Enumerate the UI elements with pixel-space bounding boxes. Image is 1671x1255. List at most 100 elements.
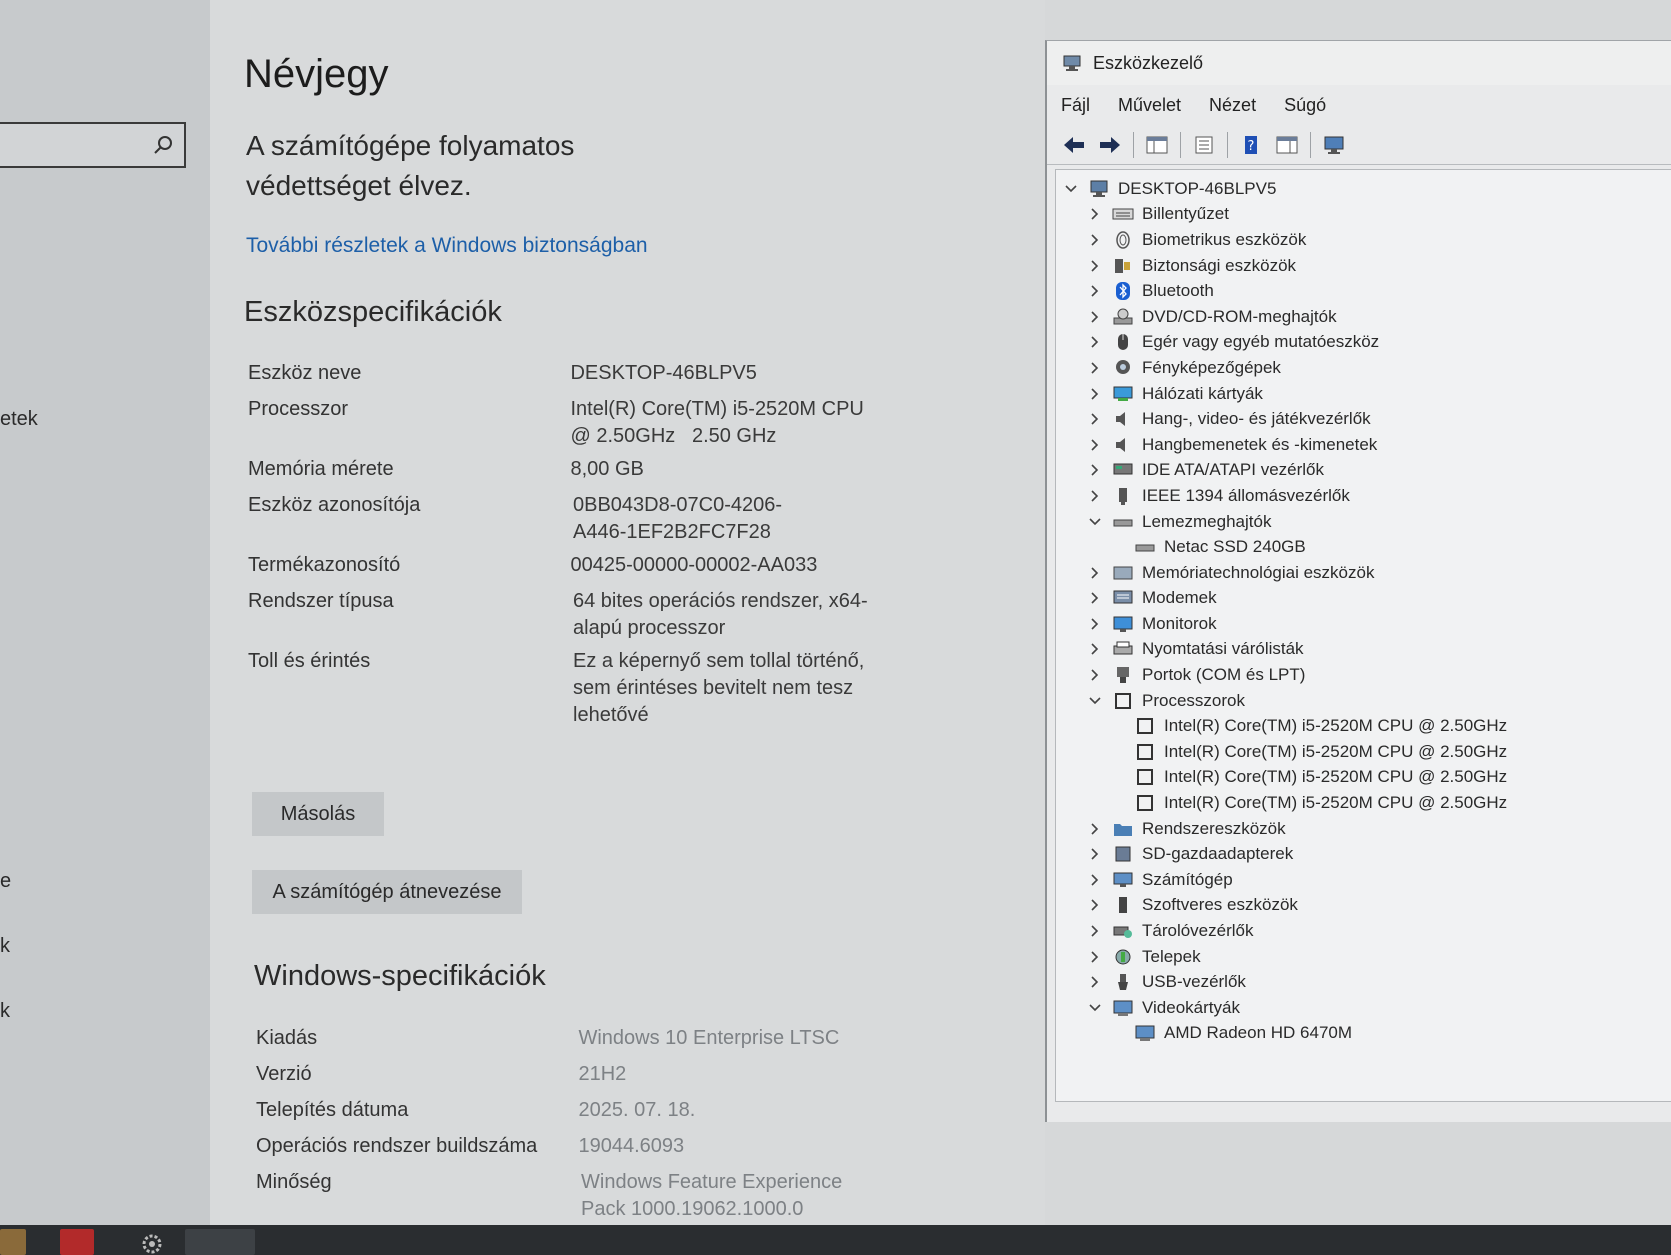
- device-tree[interactable]: DESKTOP-46BLPV5 Billentyűzet Biometrikus …: [1055, 169, 1671, 1102]
- tree-category[interactable]: Biztonsági eszközök: [1056, 253, 1671, 279]
- chevron-right-icon[interactable]: [1084, 895, 1106, 915]
- chevron-right-icon[interactable]: [1084, 665, 1106, 685]
- menu-action[interactable]: Művelet: [1118, 95, 1181, 116]
- tree-category-label: Számítógép: [1142, 869, 1233, 889]
- chevron-right-icon[interactable]: [1084, 204, 1106, 224]
- tree-category-label: SD-gazdaadapterek: [1142, 844, 1294, 864]
- tree-category[interactable]: Billentyűzet: [1056, 202, 1671, 228]
- chevron-right-icon[interactable]: [1084, 332, 1106, 352]
- chevron-right-icon[interactable]: [1084, 921, 1106, 941]
- spec-value: DESKTOP-46BLPV5: [570, 362, 757, 384]
- chevron-right-icon[interactable]: [1084, 639, 1106, 659]
- chevron-right-icon[interactable]: [1084, 870, 1106, 890]
- tree-category[interactable]: Hang-, video- és játékvezérlők: [1056, 406, 1671, 432]
- tree-category[interactable]: USB-vezérlők: [1056, 969, 1671, 995]
- chevron-right-icon[interactable]: [1084, 486, 1106, 506]
- taskbar-app-icon[interactable]: [60, 1229, 94, 1255]
- tree-category[interactable]: Bluetooth: [1056, 278, 1671, 304]
- tree-category[interactable]: Számítógép: [1056, 867, 1671, 893]
- tree-category[interactable]: Videokártyák: [1056, 995, 1671, 1021]
- properties-icon: [1195, 136, 1213, 153]
- tree-category[interactable]: Modemek: [1056, 586, 1671, 612]
- tree-device[interactable]: Intel(R) Core(TM) i5-2520M CPU @ 2.50GHz: [1056, 739, 1671, 765]
- arrow-left-icon: [1064, 136, 1084, 153]
- tree-category[interactable]: SD-gazdaadapterek: [1056, 841, 1671, 867]
- nav-item-fragment[interactable]: etek: [0, 408, 38, 431]
- menu-file[interactable]: Fájl: [1061, 95, 1090, 116]
- tree-category[interactable]: Szoftveres eszközök: [1056, 893, 1671, 919]
- chevron-right-icon[interactable]: [1084, 563, 1106, 583]
- menu-help[interactable]: Súgó: [1284, 95, 1326, 116]
- chevron-right-icon[interactable]: [1084, 256, 1106, 276]
- tree-device[interactable]: Netac SSD 240GB: [1056, 534, 1671, 560]
- properties-button[interactable]: [1189, 131, 1219, 159]
- chevron-right-icon[interactable]: [1084, 947, 1106, 967]
- tree-category[interactable]: Portok (COM és LPT): [1056, 662, 1671, 688]
- help-button[interactable]: ?: [1236, 131, 1266, 159]
- tree-device[interactable]: Intel(R) Core(TM) i5-2520M CPU @ 2.50GHz: [1056, 790, 1671, 816]
- nav-item-fragment[interactable]: k: [0, 935, 10, 958]
- tree-category[interactable]: Hangbemenetek és -kimenetek: [1056, 432, 1671, 458]
- device-manager-taskbar-icon[interactable]: [185, 1229, 255, 1255]
- chevron-down-icon[interactable]: [1084, 998, 1106, 1018]
- settings-search-box[interactable]: [0, 122, 186, 168]
- tree-category[interactable]: Tárolóvezérlők: [1056, 918, 1671, 944]
- chevron-right-icon[interactable]: [1084, 588, 1106, 608]
- action-pane-button[interactable]: [1272, 131, 1302, 159]
- tree-root[interactable]: DESKTOP-46BLPV5: [1056, 176, 1671, 202]
- chevron-right-icon[interactable]: [1084, 358, 1106, 378]
- tree-category[interactable]: Fényképezőgépek: [1056, 355, 1671, 381]
- tree-category[interactable]: Lemezmeghajtók: [1056, 509, 1671, 535]
- tree-category[interactable]: Rendszereszközök: [1056, 816, 1671, 842]
- spec-value: Windows 10 Enterprise LTSC: [578, 1027, 840, 1049]
- chevron-right-icon[interactable]: [1084, 460, 1106, 480]
- nav-item-fragment[interactable]: e: [0, 870, 11, 893]
- back-button[interactable]: [1059, 131, 1089, 159]
- device-manager-window[interactable]: Eszközkezelő Fájl Művelet Nézet Súgó ? D…: [1045, 40, 1671, 1122]
- chevron-right-icon[interactable]: [1084, 384, 1106, 404]
- chevron-down-icon[interactable]: [1084, 512, 1106, 532]
- tree-device-label: Intel(R) Core(TM) i5-2520M CPU @ 2.50GHz: [1164, 741, 1508, 761]
- tree-category[interactable]: Nyomtatási várólisták: [1056, 637, 1671, 663]
- chevron-right-icon[interactable]: [1084, 844, 1106, 864]
- window-titlebar[interactable]: Eszközkezelő: [1047, 41, 1671, 85]
- protection-status-text: A számítógépe folyamatos védettséget élv…: [246, 130, 575, 201]
- tree-category[interactable]: Monitorok: [1056, 611, 1671, 637]
- tree-category[interactable]: Processzorok: [1056, 688, 1671, 714]
- tree-category[interactable]: Telepek: [1056, 944, 1671, 970]
- chevron-right-icon[interactable]: [1084, 307, 1106, 327]
- chevron-right-icon[interactable]: [1084, 614, 1106, 634]
- file-explorer-taskbar-icon[interactable]: [0, 1229, 26, 1255]
- tree-category[interactable]: Memóriatechnológiai eszközök: [1056, 560, 1671, 586]
- scan-hardware-button[interactable]: [1319, 131, 1349, 159]
- cpu-icon: [1115, 692, 1131, 709]
- chevron-down-icon[interactable]: [1060, 179, 1082, 199]
- show-hide-tree-button[interactable]: [1142, 131, 1172, 159]
- windows-security-link[interactable]: További részletek a Windows biztonságban: [246, 234, 648, 258]
- tree-device[interactable]: Intel(R) Core(TM) i5-2520M CPU @ 2.50GHz: [1056, 713, 1671, 739]
- search-icon[interactable]: [152, 134, 174, 156]
- settings-taskbar-icon[interactable]: [135, 1229, 169, 1255]
- tree-device[interactable]: Intel(R) Core(TM) i5-2520M CPU @ 2.50GHz: [1056, 765, 1671, 791]
- chevron-right-icon[interactable]: [1084, 409, 1106, 429]
- tree-category[interactable]: Egér vagy egyéb mutatóeszköz: [1056, 330, 1671, 356]
- copy-button[interactable]: Másolás: [252, 792, 384, 836]
- tree-category[interactable]: IDE ATA/ATAPI vezérlők: [1056, 458, 1671, 484]
- sd-card-icon: [1115, 846, 1131, 862]
- chevron-right-icon[interactable]: [1084, 230, 1106, 250]
- tree-category[interactable]: Hálózati kártyák: [1056, 381, 1671, 407]
- tree-category[interactable]: IEEE 1394 állomásvezérlők: [1056, 483, 1671, 509]
- chevron-right-icon[interactable]: [1084, 435, 1106, 455]
- tree-category[interactable]: DVD/CD-ROM-meghajtók: [1056, 304, 1671, 330]
- chevron-right-icon[interactable]: [1084, 972, 1106, 992]
- nav-item-fragment[interactable]: k: [0, 1000, 10, 1023]
- chevron-down-icon[interactable]: [1084, 691, 1106, 711]
- rename-pc-button[interactable]: A számítógép átnevezése: [252, 870, 522, 914]
- forward-button[interactable]: [1095, 131, 1125, 159]
- chevron-right-icon[interactable]: [1084, 819, 1106, 839]
- chevron-right-icon[interactable]: [1084, 281, 1106, 301]
- tree-device[interactable]: AMD Radeon HD 6470M: [1056, 1021, 1671, 1047]
- security-key-icon: [1115, 258, 1130, 273]
- menu-view[interactable]: Nézet: [1209, 95, 1256, 116]
- tree-category[interactable]: Biometrikus eszközök: [1056, 227, 1671, 253]
